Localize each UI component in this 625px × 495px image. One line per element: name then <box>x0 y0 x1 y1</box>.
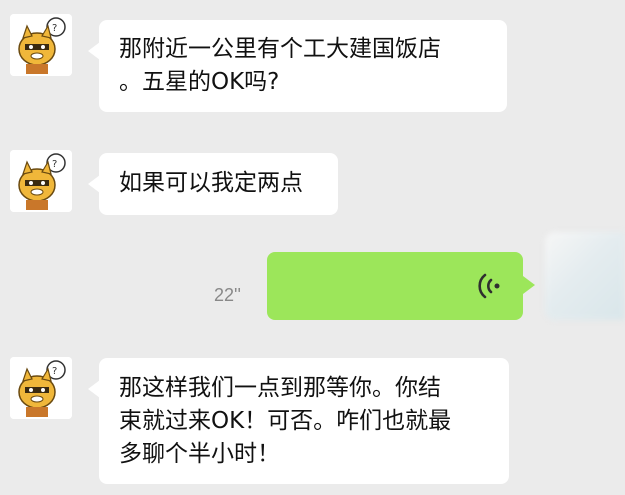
message-text: 如果可以我定两点 <box>119 170 303 196</box>
message-bubble[interactable]: 如果可以我定两点 <box>88 153 338 215</box>
cartoon-cat-avatar-icon: ? <box>10 14 72 76</box>
svg-text:?: ? <box>52 366 57 377</box>
contact-avatar[interactable]: ? <box>10 14 72 76</box>
self-avatar[interactable] <box>545 232 625 320</box>
message-text: 那这样我们一点到那等你。你结 束就过来OK！可否。咋们也就最 多聊个半小时！ <box>119 375 452 467</box>
message-text: 那附近一公里有个工大建国饭店 。五星的OK吗? <box>119 36 441 95</box>
svg-text:?: ? <box>52 23 57 34</box>
contact-avatar[interactable]: ? <box>10 150 72 212</box>
message-bubble[interactable]: 那这样我们一点到那等你。你结 束就过来OK！可否。咋们也就最 多聊个半小时！ <box>88 358 509 484</box>
voice-duration: 22'' <box>214 285 241 305</box>
voice-message-bubble[interactable] <box>267 252 535 320</box>
cartoon-cat-avatar-icon: ? <box>10 150 72 212</box>
contact-avatar[interactable]: ? <box>10 357 72 419</box>
cartoon-cat-avatar-icon: ? <box>10 357 72 419</box>
svg-text:?: ? <box>52 159 57 170</box>
message-bubble[interactable]: 那附近一公里有个工大建国饭店 。五星的OK吗? <box>88 20 507 112</box>
voice-wave-icon <box>478 273 500 299</box>
